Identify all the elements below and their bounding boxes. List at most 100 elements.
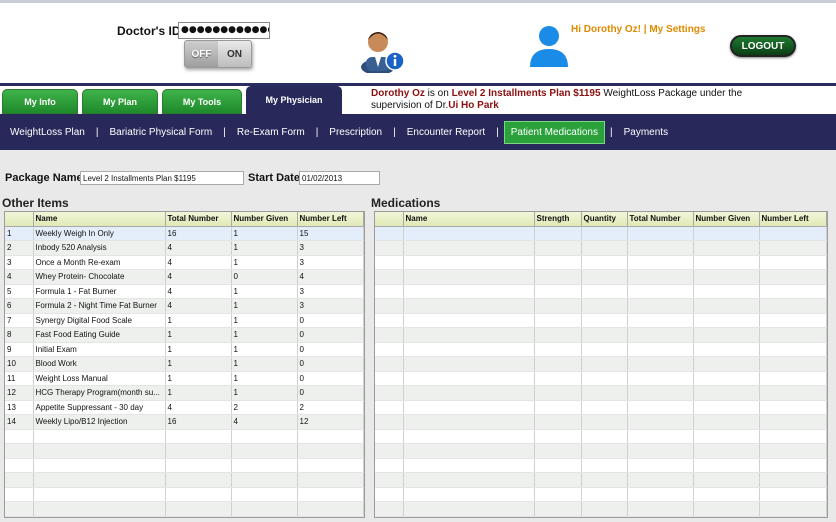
table-row[interactable]: 2 Inbody 520 Analysis 4 1 3 — [5, 240, 364, 256]
column-header-strength[interactable]: Strength — [534, 212, 582, 227]
table-row[interactable]: 14 Weekly Lipo/B12 Injection 16 4 12 — [5, 414, 364, 430]
table-row[interactable] — [5, 429, 364, 444]
table-row[interactable] — [375, 472, 827, 488]
table-row[interactable] — [375, 400, 827, 415]
subnav-re-exam-form[interactable]: Re-Exam Form — [231, 122, 311, 143]
table-cell — [627, 284, 694, 299]
table-row[interactable] — [375, 356, 827, 372]
table-row[interactable] — [375, 458, 827, 473]
start-date-field[interactable]: 01/02/2013 — [299, 171, 380, 185]
off-on-toggle[interactable]: OFF ON — [184, 40, 252, 68]
table-cell — [627, 240, 694, 256]
table-cell — [375, 371, 404, 386]
table-cell: 0 — [297, 371, 364, 386]
table-row[interactable]: 12 HCG Therapy Program(month su... 1 1 0 — [5, 385, 364, 401]
tab-my-plan[interactable]: My Plan — [82, 89, 158, 114]
table-cell: 3 — [5, 255, 34, 270]
subnav-encounter-report[interactable]: Encounter Report — [401, 122, 491, 143]
table-row[interactable] — [375, 487, 827, 502]
logout-button[interactable]: LOGOUT — [730, 35, 796, 57]
table-row[interactable] — [375, 269, 827, 285]
table-row[interactable]: 5 Formula 1 - Fat Burner 4 1 3 — [5, 284, 364, 299]
column-header-total-number[interactable]: Total Number — [165, 212, 232, 227]
tab-my-physician[interactable]: My Physician — [246, 86, 342, 114]
subnav-patient-medications[interactable]: Patient Medications — [503, 120, 605, 144]
column-header-number-given[interactable]: Number Given — [231, 212, 298, 227]
table-row[interactable] — [375, 371, 827, 386]
subnav-weightloss-plan[interactable]: WeightLoss Plan — [4, 122, 91, 143]
table-cell: Whey Protein- Chocolate — [33, 269, 166, 285]
table-row[interactable]: 4 Whey Protein- Chocolate 4 0 4 — [5, 269, 364, 285]
table-cell — [375, 429, 404, 444]
table-row[interactable]: 8 Fast Food Eating Guide 1 1 0 — [5, 327, 364, 343]
table-cell: 5 — [5, 284, 34, 299]
table-row[interactable] — [375, 342, 827, 357]
table-cell — [231, 501, 298, 517]
table-row[interactable] — [375, 240, 827, 256]
table-cell — [693, 240, 760, 256]
column-header-name[interactable]: Name — [33, 212, 166, 227]
table-cell — [403, 226, 535, 241]
table-row[interactable] — [375, 226, 827, 241]
table-row[interactable]: 3 Once a Month Re-exam 4 1 3 — [5, 255, 364, 270]
table-row[interactable] — [375, 385, 827, 401]
subnav-prescription[interactable]: Prescription — [323, 122, 388, 143]
table-cell — [5, 472, 34, 488]
table-row[interactable]: 13 Appetite Suppressant - 30 day 4 2 2 — [5, 400, 364, 415]
tab-my-tools[interactable]: My Tools — [162, 89, 242, 114]
table-cell — [403, 240, 535, 256]
table-cell: 0 — [231, 269, 298, 285]
table-row[interactable] — [375, 327, 827, 343]
table-row[interactable]: 7 Synergy Digital Food Scale 1 1 0 — [5, 313, 364, 328]
table-cell — [627, 400, 694, 415]
table-cell — [693, 269, 760, 285]
table-cell: 3 — [297, 240, 364, 256]
table-cell — [534, 226, 582, 241]
table-row[interactable]: 11 Weight Loss Manual 1 1 0 — [5, 371, 364, 386]
table-row[interactable]: 6 Formula 2 - Night Time Fat Burner 4 1 3 — [5, 298, 364, 314]
table-row[interactable] — [5, 458, 364, 473]
table-row[interactable] — [375, 255, 827, 270]
table-row[interactable] — [5, 443, 364, 459]
table-row[interactable] — [375, 443, 827, 459]
subnav-separator: | — [496, 126, 499, 138]
subnav-bariatric-physical-form[interactable]: Bariatric Physical Form — [103, 122, 218, 143]
tab-my-info[interactable]: My Info — [2, 89, 78, 114]
column-header-number-left[interactable]: Number Left — [759, 212, 827, 227]
table-row[interactable] — [375, 298, 827, 314]
table-row[interactable] — [375, 501, 827, 517]
table-row[interactable] — [375, 414, 827, 430]
table-cell — [759, 226, 827, 241]
greeting-settings-link[interactable]: Hi Dorothy Oz! | My Settings — [571, 24, 705, 35]
table-row[interactable] — [375, 429, 827, 444]
table-row[interactable]: 10 Blood Work 1 1 0 — [5, 356, 364, 372]
table-cell — [375, 313, 404, 328]
table-row[interactable] — [375, 313, 827, 328]
table-row[interactable] — [375, 284, 827, 299]
table-cell — [534, 240, 582, 256]
table-cell: Initial Exam — [33, 342, 166, 357]
column-header-number-given[interactable]: Number Given — [693, 212, 760, 227]
subnav-separator: | — [393, 126, 396, 138]
column-header-total-number[interactable]: Total Number — [627, 212, 694, 227]
column-header-quantity[interactable]: Quantity — [581, 212, 628, 227]
other-items-header-row: Name Total Number Number Given Number Le… — [5, 212, 364, 227]
table-row[interactable]: 9 Initial Exam 1 1 0 — [5, 342, 364, 357]
doctor-info-icon[interactable] — [358, 23, 408, 73]
package-name-field[interactable]: Level 2 Installments Plan $1195 — [80, 171, 244, 185]
table-row[interactable] — [5, 472, 364, 488]
table-cell — [375, 472, 404, 488]
table-cell: 3 — [297, 255, 364, 270]
table-row[interactable] — [5, 487, 364, 502]
table-cell: 15 — [297, 226, 364, 241]
table-cell — [759, 313, 827, 328]
doctor-id-input[interactable]: ●●●●●●●●●●●●●●●●●●● — [178, 22, 270, 39]
table-cell: 14 — [5, 414, 34, 430]
column-header-number-left[interactable]: Number Left — [297, 212, 364, 227]
table-cell: 1 — [165, 371, 232, 386]
column-header-name[interactable]: Name — [403, 212, 535, 227]
table-cell — [534, 298, 582, 314]
table-row[interactable] — [5, 501, 364, 517]
table-row[interactable]: 1 Weekly Weigh In Only 16 1 15 — [5, 226, 364, 241]
subnav-payments[interactable]: Payments — [618, 122, 674, 143]
